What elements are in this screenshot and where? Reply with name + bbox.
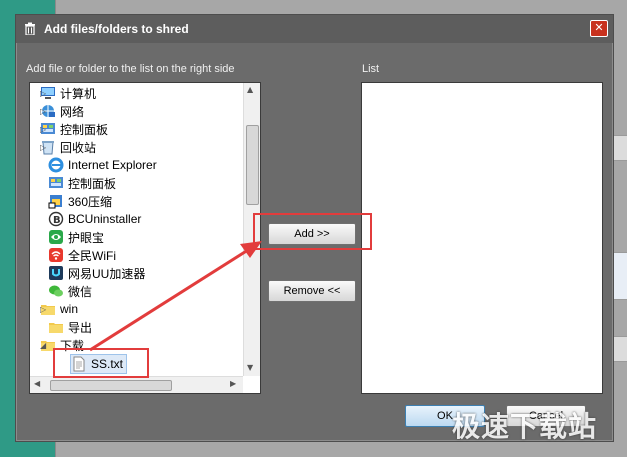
accelerator-icon bbox=[49, 266, 63, 280]
collapse-arrow-icon[interactable]: ◢ bbox=[40, 341, 48, 350]
tree-label: Add file or folder to the list on the ri… bbox=[26, 63, 235, 75]
tree-item-eye-care[interactable]: 护眼宝 bbox=[48, 228, 104, 246]
scroll-right-icon[interactable]: ▶ bbox=[230, 379, 236, 388]
dialog-titlebar: Add files/folders to shred ✕ bbox=[16, 15, 613, 43]
tree-item-control-panel[interactable]: ▷ 控制面板 bbox=[40, 120, 108, 138]
close-button[interactable]: ✕ bbox=[590, 20, 608, 37]
tree-item-wifi[interactable]: 全民WiFi bbox=[48, 246, 116, 264]
scroll-down-icon[interactable]: ▼ bbox=[247, 363, 253, 372]
expand-arrow-icon[interactable]: ▷ bbox=[40, 143, 48, 152]
expand-arrow-icon[interactable]: ▷ bbox=[40, 125, 48, 134]
tree-item-label: win bbox=[60, 302, 79, 316]
control-panel-icon bbox=[49, 177, 63, 188]
watermark: 极速下载站 bbox=[452, 410, 598, 443]
tree-item-network[interactable]: ▷ 网络 bbox=[40, 102, 84, 120]
tree-item-win[interactable]: ▷ win bbox=[40, 300, 78, 318]
list-label: List bbox=[362, 63, 380, 75]
tree-item-label: 微信 bbox=[68, 284, 93, 299]
tree-item-label: 网易UU加速器 bbox=[68, 266, 146, 281]
tree-item-export[interactable]: 导出 bbox=[48, 318, 92, 336]
tree-item-label: 全民WiFi bbox=[68, 248, 116, 263]
tree-item-label: 导出 bbox=[68, 320, 93, 335]
add-button-highlight bbox=[253, 213, 372, 250]
tree-item-ie[interactable]: Internet Explorer bbox=[48, 156, 157, 174]
expand-arrow-icon[interactable]: ▷ bbox=[40, 107, 48, 116]
file-highlight bbox=[53, 348, 149, 378]
tree-vertical-scroll-thumb[interactable] bbox=[246, 125, 259, 205]
remove-button[interactable]: Remove << bbox=[268, 280, 356, 302]
tree-item-360zip[interactable]: 360压缩 bbox=[48, 192, 112, 210]
tree-horizontal-scroll-thumb[interactable] bbox=[50, 380, 172, 391]
tree-item-computer[interactable]: ▷ 计算机 bbox=[40, 84, 96, 102]
wifi-icon bbox=[49, 248, 63, 262]
tree-item-label: 网络 bbox=[60, 104, 85, 119]
tree-item-label: 回收站 bbox=[60, 140, 97, 155]
tree-item-label: BCUninstaller bbox=[68, 212, 142, 226]
scroll-left-icon[interactable]: ◀ bbox=[34, 379, 40, 388]
tree-item-label: 360压缩 bbox=[68, 194, 113, 209]
tree-item-recycle-bin[interactable]: ▷ 回收站 bbox=[40, 138, 96, 156]
expand-arrow-icon[interactable]: ▷ bbox=[40, 305, 48, 314]
wechat-icon bbox=[49, 285, 63, 297]
tree-item-label: 护眼宝 bbox=[68, 230, 105, 245]
tree-horizontal-scrollbar[interactable]: ◀ ▶ bbox=[30, 376, 243, 393]
tree-item-uu[interactable]: 网易UU加速器 bbox=[48, 264, 145, 282]
tree-item-wechat[interactable]: 微信 bbox=[48, 282, 92, 300]
dialog-title: Add files/folders to shred bbox=[44, 22, 189, 36]
trash-icon bbox=[25, 22, 35, 35]
ie-icon bbox=[48, 157, 64, 173]
scroll-up-icon[interactable]: ▲ bbox=[247, 85, 253, 94]
tree-item-control-panel-2[interactable]: 控制面板 bbox=[48, 174, 116, 192]
expand-arrow-icon[interactable]: ▷ bbox=[40, 89, 48, 98]
tree-item-label: 控制面板 bbox=[60, 122, 109, 137]
tree-item-label: 控制面板 bbox=[68, 176, 117, 191]
shred-list[interactable] bbox=[361, 82, 603, 394]
tree-item-bcuninstaller[interactable]: B BCUninstaller bbox=[48, 210, 141, 228]
svg-text:B: B bbox=[53, 215, 61, 226]
folder-icon bbox=[49, 323, 63, 333]
uninstaller-icon: B bbox=[48, 211, 64, 227]
eye-care-icon bbox=[49, 230, 63, 244]
tree-item-label: 计算机 bbox=[60, 86, 97, 101]
tree-item-label: Internet Explorer bbox=[68, 158, 157, 172]
archive-icon bbox=[48, 195, 62, 209]
